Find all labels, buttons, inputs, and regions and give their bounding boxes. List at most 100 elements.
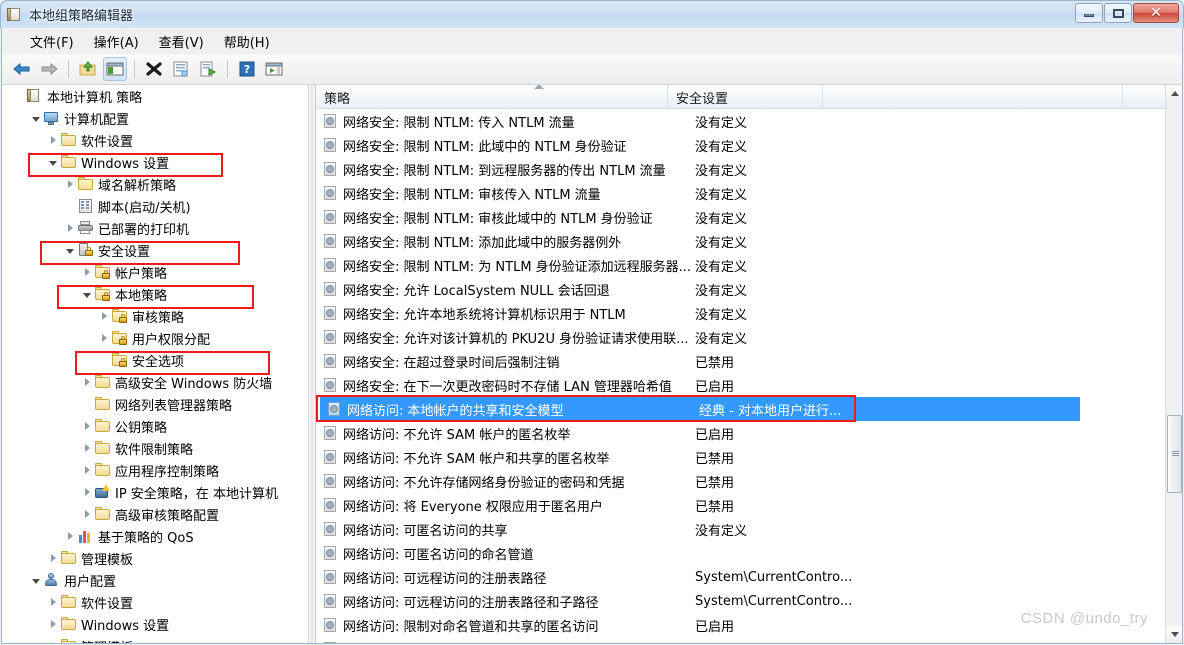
menu-file[interactable]: 文件(F) [20,29,84,54]
tree-item-6[interactable]: 已部署的打印机 [2,217,308,239]
table-row[interactable]: 网络访问: 可匿名访问的命名管道 [316,541,1182,565]
console-tree-pane[interactable]: 本地计算机 策略 计算机配置 软件设置 Windows 设置 域名解析策略 脚本(启动/关… [2,85,308,643]
tree-item-17[interactable]: 应用程序控制策略 [2,459,308,481]
menu-action[interactable]: 操作(A) [84,29,149,54]
show-hide-tree-button[interactable] [103,57,127,81]
tree-expander-24[interactable] [46,617,60,631]
table-row[interactable]: 网络安全: 限制 NTLM: 为 NTLM 身份验证添加远程服务器... 没有定义 [316,253,1182,277]
tree-expander-15[interactable] [80,419,94,433]
delete-button[interactable] [142,57,166,81]
tree-expander-17[interactable] [80,463,94,477]
tree-item-8[interactable]: 帐户策略 [2,261,308,283]
table-row[interactable]: 网络访问: 不允许存储网络身份验证的密码和凭据 已禁用 [316,469,1182,493]
tree-expander-9[interactable] [80,287,94,301]
tree-item-15[interactable]: 公钥策略 [2,415,308,437]
tree-expander-22[interactable] [29,573,43,587]
tree-expander-18[interactable] [80,485,94,499]
tree-expander-21[interactable] [46,551,60,565]
tree-item-9[interactable]: 本地策略 [2,283,308,305]
policy-setting-icon [322,473,338,489]
vertical-scrollbar[interactable] [1165,85,1182,643]
table-row[interactable]: 网络安全: 限制 NTLM: 传入 NTLM 流量 没有定义 [316,109,1182,133]
table-row[interactable]: 网络访问: 可匿名访问的共享 没有定义 [316,517,1182,541]
watermark: CSDN @undo_try [1020,610,1148,627]
back-button[interactable] [10,57,34,81]
tree-item-14[interactable]: 网络列表管理器策略 [2,393,308,415]
menu-help[interactable]: 帮助(H) [214,29,280,54]
tree-expander-7[interactable] [63,243,77,257]
tree-item-18[interactable]: IP 安全策略，在 本地计算机 [2,481,308,503]
tree-expander-11[interactable] [97,331,111,345]
tree-item-23[interactable]: 软件设置 [2,591,308,613]
column-header-security-setting[interactable]: 安全设置 [668,85,823,109]
table-row[interactable]: 网络安全: 限制 NTLM: 审核此域中的 NTLM 身份验证 没有定义 [316,205,1182,229]
table-row[interactable]: 网络安全: 限制 NTLM: 审核传入 NTLM 流量 没有定义 [316,181,1182,205]
tree-expander-6[interactable] [63,221,77,235]
scroll-down-button[interactable] [1166,626,1182,643]
column-header-extra[interactable] [823,85,1123,109]
pane-splitter[interactable] [308,85,316,643]
up-one-level-button[interactable] [76,57,100,81]
tree-item-24[interactable]: Windows 设置 [2,613,308,635]
maximize-button[interactable] [1104,3,1132,23]
table-row[interactable]: 网络安全: 限制 NTLM: 添加此域中的服务器例外 没有定义 [316,229,1182,253]
table-row[interactable]: 网络访问: 不允许 SAM 帐户和共享的匿名枚举 已禁用 [316,445,1182,469]
tree-expander-13[interactable] [80,375,94,389]
tree-item-11[interactable]: 用户权限分配 [2,327,308,349]
tree-item-4[interactable]: 域名解析策略 [2,173,308,195]
table-row[interactable]: 网络安全: 在超过登录时间后强制注销 已禁用 [316,349,1182,373]
tree-item-3[interactable]: Windows 设置 [2,151,308,173]
policy-setting-icon [322,281,338,297]
forward-button[interactable] [37,57,61,81]
policy-setting-value: 已启用 [695,379,735,395]
tree-expander-20[interactable] [63,529,77,543]
tree-item-22[interactable]: 用户配置 [2,569,308,591]
table-row[interactable]: 网络安全: 允许 LocalSystem NULL 会话回退 没有定义 [316,277,1182,301]
scroll-up-button[interactable] [1166,85,1182,102]
title-bar[interactable]: 本地组策略编辑器 ✕ [0,0,1184,28]
tree-expander-23[interactable] [46,595,60,609]
tree-item-21[interactable]: 管理模板 [2,547,308,569]
tree-expander-19[interactable] [80,507,94,521]
table-row[interactable]: 网络安全: 在下一次更改密码时不存储 LAN 管理器哈希值 已启用 [316,373,1182,397]
tree-expander-25[interactable] [46,639,60,643]
table-row[interactable]: 网络安全: 允许本地系统将计算机标识用于 NTLM 没有定义 [316,301,1182,325]
tree-item-20[interactable]: 基于策略的 QoS [2,525,308,547]
export-list-button[interactable] [196,57,220,81]
tree-expander-3[interactable] [46,155,60,169]
tree-expander-1[interactable] [29,111,43,125]
tree-item-2[interactable]: 软件设置 [2,129,308,151]
menu-view[interactable]: 查看(V) [149,29,214,54]
tree-expander-4[interactable] [63,177,77,191]
tree-item-1[interactable]: 计算机配置 [2,107,308,129]
tree-item-19[interactable]: 高级审核策略配置 [2,503,308,525]
table-row[interactable]: 网络安全: 限制 NTLM: 到远程服务器的传出 NTLM 流量 没有定义 [316,157,1182,181]
table-row[interactable]: 网络安全: 限制 NTLM: 此域中的 NTLM 身份验证 没有定义 [316,133,1182,157]
table-row[interactable]: 网络访问: 将 Everyone 权限应用于匿名用户 已禁用 [316,493,1182,517]
table-row[interactable]: 网络访问: 不允许 SAM 帐户的匿名枚举 已启用 [316,421,1182,445]
column-header-policy[interactable]: 策略 [316,85,668,109]
tree-item-16[interactable]: 软件限制策略 [2,437,308,459]
table-row[interactable]: 网络安全: 允许对该计算机的 PKU2U 身份验证请求使用联... 没有定义 [316,325,1182,349]
table-row[interactable]: 网络访问: 可远程访问的注册表路径 System\CurrentContro... [316,565,1182,589]
show-pane-button[interactable] [262,57,286,81]
tree-item-12[interactable]: 安全选项 [2,349,308,371]
properties-button[interactable] [169,57,193,81]
scrollbar-thumb[interactable] [1167,415,1182,493]
close-button[interactable]: ✕ [1133,3,1179,23]
tree-expander-8[interactable] [80,265,94,279]
tree-item-5[interactable]: 脚本(启动/关机) [2,195,308,217]
tree-item-13[interactable]: 高级安全 Windows 防火墙 [2,371,308,393]
list-body[interactable]: 网络安全: 限制 NTLM: 传入 NTLM 流量 没有定义 网络安全: 限制 NT… [316,109,1182,643]
table-row[interactable]: 网络访问: 允许匿名 SID/名称转换已禁用 [316,637,1182,643]
tree-expander-10[interactable] [97,309,111,323]
help-button[interactable]: ? [235,57,259,81]
tree-expander-16[interactable] [80,441,94,455]
table-row[interactable]: 网络访问: 本地帐户的共享和安全模型 经典 - 对本地用户进行... [320,397,1080,421]
tree-expander-2[interactable] [46,133,60,147]
tree-item-7[interactable]: 安全设置 [2,239,308,261]
minimize-button[interactable] [1075,3,1103,23]
tree-item-25[interactable]: 管理模板 [2,635,308,643]
tree-item-10[interactable]: 审核策略 [2,305,308,327]
tree-item-0[interactable]: 本地计算机 策略 [2,85,308,107]
